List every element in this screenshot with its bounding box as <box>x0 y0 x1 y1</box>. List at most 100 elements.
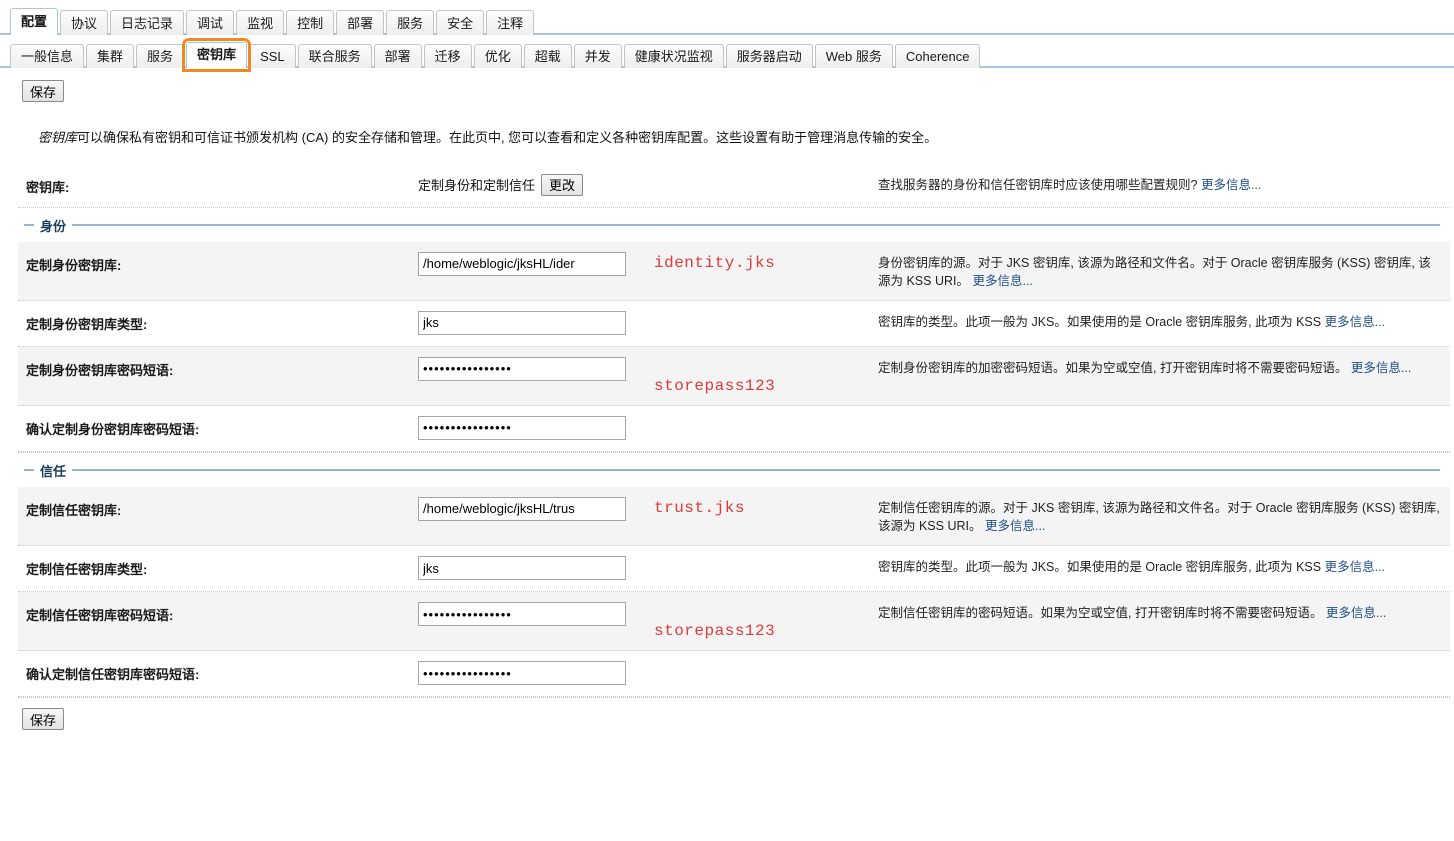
trust-row-2-input[interactable] <box>418 602 626 626</box>
identity-row-0-input[interactable] <box>418 251 626 276</box>
identity-row-3-input[interactable] <box>418 415 626 440</box>
identity-row-2: 定制身份密钥库密码短语: storepass123 定制身份密钥库的加密密码短语。如… <box>18 346 1450 406</box>
subtab-并发[interactable]: 并发 <box>573 44 622 68</box>
more-info-link[interactable]: 更多信息... <box>1201 178 1261 192</box>
subtab-迁移[interactable]: 迁移 <box>423 44 472 68</box>
trust-row-3-help <box>878 661 1450 663</box>
trust-row-0-control <box>418 496 648 521</box>
tab-协议[interactable]: 协议 <box>60 10 109 35</box>
save-button-bottom[interactable]: 保存 <box>22 708 65 730</box>
trust-row-1-annotation <box>648 556 878 558</box>
keystore-selector-value: 定制身份和定制信任 <box>418 178 536 193</box>
save-button-top[interactable]: 保存 <box>22 80 65 102</box>
trust-row-3-input[interactable] <box>418 661 626 685</box>
more-info-link[interactable]: 更多信息... <box>985 519 1045 533</box>
tab-安全[interactable]: 安全 <box>436 10 485 35</box>
tab-label: 服务 <box>397 15 424 31</box>
tab-部署[interactable]: 部署 <box>336 10 385 35</box>
help-text: 密钥库的类型。此项一般为 JKS。如果使用的是 Oracle 密钥库服务, 此项… <box>878 560 1325 574</box>
secondary-tabstrip: 一般信息 集群 服务 密钥库 SSL 联合服务 部署 迁移 优化 超载 并发 健康状况监视 服务器启动 W… <box>0 38 1454 72</box>
subtab-SSL[interactable]: SSL <box>249 44 296 68</box>
more-info-link[interactable]: 更多信息... <box>972 274 1032 288</box>
identity-legend-text: 身份 <box>40 218 67 234</box>
identity-row-0: 定制身份密钥库: identity.jks 身份密钥库的源。对于 JKS 密钥库, … <box>18 241 1450 301</box>
keystore-selector-help-text: 查找服务器的身份和信任密钥库时应该使用哪些配置规则? <box>878 177 1198 192</box>
subtab-一般信息[interactable]: 一般信息 <box>10 44 85 68</box>
trust-row-1-input[interactable] <box>418 556 626 580</box>
trust-row-0-label: 定制信任密钥库: <box>26 502 122 518</box>
subtab-集群[interactable]: 集群 <box>86 44 135 68</box>
more-info-link[interactable]: 更多信息... <box>1326 606 1386 620</box>
subtab-优化[interactable]: 优化 <box>473 44 522 68</box>
more-info-link[interactable]: 更多信息... <box>1325 560 1385 574</box>
tab-label: 配置 <box>21 13 48 29</box>
subtab-服务器启动[interactable]: 服务器启动 <box>725 44 813 68</box>
trust-row-3-label: 确认定制信任密钥库密码短语: <box>26 667 200 682</box>
tab-label: 服务 <box>147 49 174 64</box>
identity-row-3-help <box>878 416 1450 418</box>
tab-label: 服务器启动 <box>736 49 802 64</box>
help-text: 身份密钥库的源。对于 JKS 密钥库, 该源为路径和文件名。对于 Oracle … <box>878 255 1431 288</box>
tab-label: 迁移 <box>434 49 461 64</box>
tab-label: 调试 <box>197 15 224 31</box>
tab-日志记录[interactable]: 日志记录 <box>110 10 185 35</box>
identity-row-0-annotation: identity.jks <box>654 253 776 272</box>
subtab-服务[interactable]: 服务 <box>136 44 185 68</box>
more-info-link[interactable]: 更多信息... <box>1325 315 1385 329</box>
toolbar-bottom: 保存 <box>0 698 1454 730</box>
tab-注释[interactable]: 注释 <box>486 10 535 35</box>
identity-row-2-help: 定制身份密钥库的加密密码短语。如果为空或空值, 打开密钥库时将不需要密码短语。 … <box>878 357 1450 377</box>
trust-row-0-annotation: trust.jks <box>654 498 745 517</box>
identity-row-2-label: 定制身份密钥库密码短语: <box>26 362 174 378</box>
identity-row-2-input[interactable] <box>418 356 626 381</box>
subtab-健康状况监视[interactable]: 健康状况监视 <box>623 44 724 68</box>
trust-row-2-label: 定制信任密钥库密码短语: <box>26 608 174 623</box>
tab-label: 并发 <box>584 49 611 64</box>
subtab-Coherence[interactable]: Coherence <box>894 44 981 68</box>
tab-label: 超载 <box>534 49 561 64</box>
trust-row-3-annotation <box>648 661 878 681</box>
subtab-部署[interactable]: 部署 <box>373 44 422 68</box>
tab-label: 安全 <box>447 15 474 31</box>
identity-row-1-help: 密钥库的类型。此项一般为 JKS。如果使用的是 Oracle 密钥库服务, 此项… <box>878 311 1450 331</box>
tab-控制[interactable]: 控制 <box>286 10 335 35</box>
trust-row-2-help: 定制信任密钥库的密码短语。如果为空或空值, 打开密钥库时将不需要密码短语。 更多… <box>878 602 1450 622</box>
more-info-link[interactable]: 更多信息... <box>1351 361 1411 375</box>
trust-row-0: 定制信任密钥库: trust.jks 定制信任密钥库的源。对于 JKS 密钥库, 该… <box>18 486 1450 546</box>
subtab-Web-服务[interactable]: Web 服务 <box>814 44 893 68</box>
subtab-联合服务[interactable]: 联合服务 <box>297 44 372 68</box>
trust-row-1: 定制信任密钥库类型: 密钥库的类型。此项一般为 JKS。如果使用的是 Oracle… <box>18 546 1450 592</box>
tab-label: 部署 <box>384 49 411 64</box>
identity-row-3: 确认定制身份密钥库密码短语: <box>18 405 1450 452</box>
identity-row-0-help: 身份密钥库的源。对于 JKS 密钥库, 该源为路径和文件名。对于 Oracle … <box>878 252 1450 290</box>
tab-label: 集群 <box>97 49 124 64</box>
trust-row-0-input[interactable] <box>418 496 626 521</box>
tab-label: 一般信息 <box>21 49 74 64</box>
trust-row-1-label: 定制信任密钥库类型: <box>26 562 148 577</box>
identity-row-0-control <box>418 251 648 276</box>
trust-row-2-annotation: storepass123 <box>654 622 776 640</box>
tab-配置[interactable]: 配置 <box>10 8 59 35</box>
identity-row-1: 定制身份密钥库类型: 密钥库的类型。此项一般为 JKS。如果使用的是 Oracle… <box>18 300 1450 347</box>
tab-label: 协议 <box>71 15 98 31</box>
tab-调试[interactable]: 调试 <box>186 10 235 35</box>
help-text: 定制信任密钥库的密码短语。如果为空或空值, 打开密钥库时将不需要密码短语。 <box>878 606 1326 620</box>
page-description: 密钥库可以确保私有密钥和可信证书颁发机构 (CA) 的安全存储和管理。在此页中,… <box>0 112 1454 164</box>
tab-label: 密钥库 <box>197 47 237 62</box>
identity-row-3-label: 确认定制身份密钥库密码短语: <box>26 421 200 437</box>
trust-section: 信任 定制信任密钥库: trust.jks 定制信任密钥库的源。对于 JKS 密钥库… <box>18 453 1450 698</box>
trust-row-2-control <box>418 602 648 626</box>
identity-row-1-label: 定制身份密钥库类型: <box>26 316 148 332</box>
tab-监视[interactable]: 监视 <box>236 10 285 35</box>
tab-服务[interactable]: 服务 <box>386 10 435 35</box>
tab-label: 控制 <box>297 15 324 31</box>
row-keystore-selector: 密钥库: 定制身份和定制信任 更改 查找服务器的身份和信任密钥库时应该使用哪些配… <box>18 163 1450 208</box>
subtab-密钥库[interactable]: 密钥库 <box>182 38 252 72</box>
subtab-超载[interactable]: 超载 <box>523 44 572 68</box>
tab-label: 日志记录 <box>121 15 174 31</box>
legend-rule <box>72 469 1440 472</box>
trust-row-3: 确认定制信任密钥库密码短语: <box>18 651 1450 697</box>
identity-row-3-annotation <box>648 416 878 436</box>
identity-row-1-input[interactable] <box>418 310 626 335</box>
change-keystore-button[interactable]: 更改 <box>541 173 584 196</box>
